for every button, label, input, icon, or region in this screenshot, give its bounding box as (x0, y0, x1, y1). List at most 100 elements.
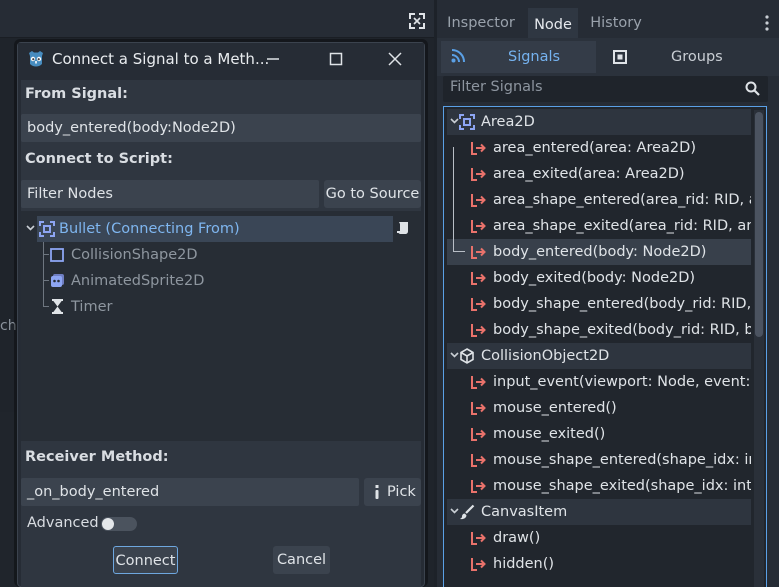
connect-to-script-label: Connect to Script: (25, 151, 173, 167)
signal-label: area_entered(area: Area2D) (493, 140, 696, 156)
signal-item[interactable]: mouse_exited() (447, 421, 751, 447)
signal-icon (471, 453, 486, 467)
signal-item[interactable]: input_event(viewport: Node, event: In... (447, 369, 751, 395)
signal-item[interactable]: draw() (447, 525, 751, 551)
signal-item[interactable]: area_shape_exited(area_rid: RID, area... (447, 213, 751, 239)
signal-label: mouse_shape_exited(shape_idx: int) (493, 478, 751, 494)
signal-icon (471, 219, 486, 233)
cube-icon (459, 348, 475, 364)
signal-icon (471, 323, 486, 337)
signal-item[interactable]: mouse_entered() (447, 395, 751, 421)
signal-label: body_exited(body: Node2D) (493, 270, 696, 286)
close-icon[interactable] (387, 51, 403, 67)
chevron-down-icon (450, 352, 459, 358)
dialog-title: Connect a Signal to a Meth... (52, 50, 270, 68)
receiver-method-label: Receiver Method: (25, 449, 169, 465)
tab-inspector[interactable]: Inspector (441, 8, 521, 38)
category-label: CanvasItem (481, 504, 568, 520)
signal-item[interactable]: area_exited(area: Area2D) (447, 161, 751, 187)
signal-label: hidden() (493, 556, 555, 572)
fullscreen-icon[interactable] (409, 13, 425, 29)
tab-node[interactable]: Node (528, 8, 578, 38)
godot-logo-icon (26, 49, 46, 68)
collision-shape-icon (50, 248, 64, 262)
signal-item[interactable]: mouse_shape_exited(shape_idx: int) (447, 473, 751, 499)
script-icon[interactable] (395, 220, 411, 236)
signal-label: area_exited(area: Area2D) (493, 166, 685, 182)
tab-signals[interactable]: Signals (508, 38, 560, 76)
kebab-menu-icon[interactable] (765, 15, 769, 31)
chevron-down-icon (450, 118, 459, 124)
dock-tabs: Inspector Node History (437, 8, 779, 38)
timer-icon (51, 299, 64, 314)
minimize-icon[interactable] (265, 51, 281, 67)
signal-category-collisionobject2d[interactable]: CollisionObject2D (447, 343, 751, 369)
signal-label: body_shape_entered(body_rid: RID, b... (493, 296, 751, 312)
pick-button[interactable]: Pick (364, 478, 421, 506)
signal-label: mouse_entered() (493, 400, 617, 416)
signal-item[interactable]: body_shape_exited(body_rid: RID, bo... (447, 317, 751, 343)
signal-icon (471, 167, 486, 181)
signal-icon (471, 427, 486, 441)
signal-icon (471, 271, 486, 285)
node-label: Bullet (Connecting From) (59, 221, 240, 237)
filter-signals-placeholder: Filter Signals (450, 79, 543, 95)
groups-icon (613, 50, 627, 64)
animated-sprite-icon (50, 273, 65, 288)
signal-category-area2d[interactable]: Area2D (447, 109, 751, 135)
tab-history[interactable]: History (587, 8, 645, 38)
connect-button[interactable]: Connect (113, 546, 178, 574)
chevron-down-icon (26, 225, 35, 231)
signal-icon (471, 245, 486, 259)
signal-item[interactable]: mouse_shape_entered(shape_idx: int) (447, 447, 751, 473)
tree-guide-line (453, 147, 454, 251)
signal-label: mouse_shape_entered(shape_idx: int) (493, 452, 751, 468)
from-signal-field[interactable]: body_entered(body:Node2D) (21, 114, 421, 142)
node-label: Timer (71, 299, 113, 315)
pick-label: Pick (387, 484, 416, 500)
tree-guide-line (43, 306, 49, 307)
maximize-icon[interactable] (328, 51, 344, 67)
tab-groups[interactable]: Groups (671, 38, 723, 76)
from-signal-label: From Signal: (25, 86, 128, 102)
node-label: CollisionShape2D (71, 247, 198, 263)
signal-item-selected[interactable]: body_entered(body: Node2D) (447, 239, 751, 265)
signal-label: draw() (493, 530, 541, 546)
signal-item[interactable]: area_entered(area: Area2D) (447, 135, 751, 161)
category-label: Area2D (481, 114, 535, 130)
tree-guide-line (43, 242, 44, 307)
signal-label: area_shape_entered(area_rid: RID, ar... (493, 192, 751, 208)
brush-icon (459, 504, 475, 520)
tree-guide-line (43, 254, 49, 255)
signal-label: body_entered(body: Node2D) (493, 244, 707, 260)
search-icon (745, 81, 760, 96)
signal-label: body_shape_exited(body_rid: RID, bo... (493, 322, 751, 338)
chevron-down-icon (450, 508, 459, 514)
signal-item[interactable]: body_shape_entered(body_rid: RID, b... (447, 291, 751, 317)
signal-icon (471, 141, 486, 155)
signal-icon (471, 557, 486, 571)
filter-nodes-input[interactable]: Filter Nodes (21, 180, 319, 208)
advanced-toggle-knob (102, 518, 114, 530)
pick-icon (373, 485, 381, 499)
signal-category-canvasitem[interactable]: CanvasItem (447, 499, 751, 525)
go-to-source-button[interactable]: Go to Source (324, 180, 421, 208)
category-label: CollisionObject2D (481, 348, 610, 364)
area2d-icon (39, 221, 55, 237)
signal-label: area_shape_exited(area_rid: RID, area... (493, 218, 751, 234)
signal-label: mouse_exited() (493, 426, 606, 442)
node-bullet[interactable]: Bullet (Connecting From) (37, 216, 393, 242)
signal-icon (471, 531, 486, 545)
signal-icon (471, 401, 486, 415)
node-label: AnimatedSprite2D (71, 273, 205, 289)
area2d-icon (459, 114, 475, 130)
receiver-method-input[interactable]: _on_body_entered (21, 478, 359, 506)
signal-wifi-icon (451, 49, 465, 63)
signal-icon (471, 479, 486, 493)
signal-item[interactable]: body_exited(body: Node2D) (447, 265, 751, 291)
signal-item[interactable]: area_shape_entered(area_rid: RID, ar... (447, 187, 751, 213)
signal-item[interactable]: hidden() (447, 551, 751, 577)
signals-scrollbar-thumb[interactable] (755, 112, 763, 337)
tree-guide-line (453, 251, 465, 252)
cancel-button[interactable]: Cancel (273, 546, 330, 574)
